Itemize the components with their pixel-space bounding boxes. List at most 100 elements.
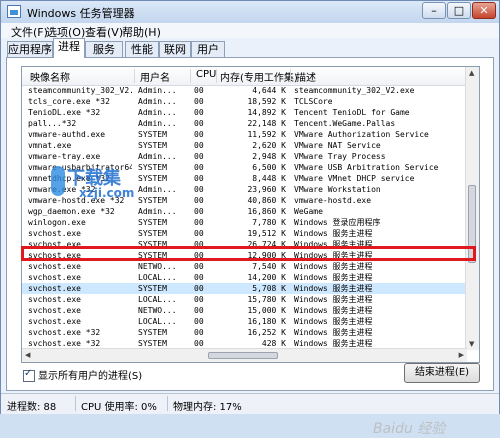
process-image-name: steamcommunity_302_V2.exe [28, 86, 132, 95]
process-username: Admin... [138, 152, 177, 161]
process-description: VMware VMnet DHCP service [294, 174, 415, 183]
end-process-button[interactable]: 结束进程(E) [404, 363, 480, 383]
process-row[interactable]: svchost.exe LOCAL... 00 16,180 K Windows 服务主… [22, 316, 467, 327]
process-description: VMware USB Arbitration Service [294, 163, 439, 172]
scroll-right-icon[interactable]: ▶ [459, 351, 464, 359]
process-row[interactable]: vmnat.exe SYSTEM 00 2,620 K VMware NAT Servi… [22, 140, 467, 151]
process-username: SYSTEM [138, 163, 167, 172]
process-username: SYSTEM [138, 196, 167, 205]
process-memory: 4,644 K [252, 86, 286, 95]
process-cpu: 00 [194, 163, 204, 172]
process-row[interactable]: svchost.exe NETWO... 00 7,540 K Windows 服务主进… [22, 261, 467, 272]
process-cpu: 00 [194, 119, 204, 128]
close-button[interactable]: ✕ [472, 2, 496, 19]
process-memory: 16,180 K [247, 317, 286, 326]
process-image-name: tcls_core.exe *32 [28, 97, 110, 106]
process-cpu: 00 [194, 229, 204, 238]
show-all-users-label: 显示所有用户的进程(S) [38, 371, 143, 382]
process-memory: 22,148 K [247, 119, 286, 128]
process-image-name: winlogon.exe [28, 218, 86, 227]
process-image-name: vmware-tray.exe [28, 152, 101, 161]
process-memory: 11,592 K [247, 130, 286, 139]
process-username: Admin... [138, 97, 177, 106]
process-image-name: svchost.exe [28, 295, 81, 304]
process-description: VMware Workstation [294, 185, 381, 194]
process-row[interactable]: svchost.exe *32 SYSTEM 00 16,252 K Windows 服… [22, 327, 467, 338]
process-username: SYSTEM [138, 141, 167, 150]
process-description: Windows 服务主进程 [294, 284, 373, 293]
process-cpu: 00 [194, 262, 204, 271]
process-description: VMware NAT Service [294, 141, 381, 150]
process-row[interactable]: tcls_core.exe *32 Admin... 00 18,592 K TCLSC… [22, 96, 467, 107]
process-row[interactable]: svchost.exe LOCAL... 00 15,780 K Windows 服务主… [22, 294, 467, 305]
process-row[interactable]: svchost.exe NETWO... 00 15,000 K Windows 服务主… [22, 305, 467, 316]
column-description[interactable]: 描述 [296, 69, 316, 84]
tab-processes[interactable]: 进程 [53, 38, 85, 58]
process-cpu: 00 [194, 273, 204, 282]
process-description: VMware Authorization Service [294, 130, 429, 139]
process-cpu: 00 [194, 97, 204, 106]
process-image-name: wgp_daemon.exe *32 [28, 207, 115, 216]
process-memory: 8,448 K [252, 174, 286, 183]
tab-applications[interactable]: 应用程序 [7, 41, 53, 57]
process-username: SYSTEM [138, 218, 167, 227]
show-all-users-checkbox[interactable]: 显示所有用户的进程(S) [23, 367, 142, 382]
process-username: SYSTEM [138, 174, 167, 183]
process-list[interactable]: 映像名称 用户名 CPU 内存(专用工作集) 描述 steamcommunity… [21, 66, 480, 363]
process-description: Tencent.WeGame.Pallas [294, 119, 396, 128]
scroll-down-icon[interactable]: ▼ [469, 340, 474, 348]
process-row[interactable]: svchost.exe SYSTEM 00 19,512 K Windows 服务主进程 [22, 228, 467, 239]
task-manager-icon [7, 5, 21, 18]
scroll-left-icon[interactable]: ◀ [25, 351, 30, 359]
title-bar[interactable]: Windows 任务管理器 – □ ✕ [1, 1, 499, 23]
process-cpu: 00 [194, 108, 204, 117]
process-row[interactable]: pall...*32 Admin... 00 22,148 K Tencent.WeGa… [22, 118, 467, 129]
column-memory[interactable]: 内存(专用工作集) [220, 69, 298, 84]
process-cpu: 00 [194, 328, 204, 337]
maximize-button[interactable]: □ [447, 2, 471, 19]
process-memory: 2,948 K [252, 152, 286, 161]
tab-performance[interactable]: 性能 [125, 41, 159, 57]
scroll-up-icon[interactable]: ▲ [469, 69, 474, 77]
status-cpu-usage: CPU 使用率: 0% [81, 402, 157, 413]
column-username[interactable]: 用户名 [140, 69, 170, 84]
tab-services[interactable]: 服务 [85, 41, 123, 57]
process-row[interactable]: wgp_daemon.exe *32 Admin... 00 16,860 K WeGa… [22, 206, 467, 217]
process-username: SYSTEM [138, 284, 167, 293]
process-description: Windows 服务主进程 [294, 317, 373, 326]
vertical-scrollbar[interactable]: ▲ ▼ [465, 67, 479, 350]
horizontal-scroll-thumb[interactable] [208, 352, 278, 359]
process-memory: 16,252 K [247, 328, 286, 337]
process-row[interactable]: svchost.exe SYSTEM 00 5,708 K Windows 服务主进程 [22, 283, 467, 294]
process-memory: 14,892 K [247, 108, 286, 117]
process-row[interactable]: TenioDL.exe *32 Admin... 00 14,892 K Tencent… [22, 107, 467, 118]
horizontal-scrollbar[interactable]: ◀ ▶ [22, 348, 467, 362]
checkbox-checked-icon[interactable] [23, 368, 35, 382]
minimize-button[interactable]: – [422, 2, 446, 19]
tab-users[interactable]: 用户 [191, 41, 225, 57]
highlight-box [21, 246, 476, 261]
process-row[interactable]: vmware-tray.exe Admin... 00 2,948 K VMware T… [22, 151, 467, 162]
status-memory: 物理内存: 17% [173, 402, 242, 413]
process-username: NETWO... [138, 306, 177, 315]
process-row[interactable]: vmware-authd.exe SYSTEM 00 11,592 K VMware A… [22, 129, 467, 140]
column-cpu[interactable]: CPU [196, 69, 216, 80]
process-list-header: 映像名称 用户名 CPU 内存(专用工作集) 描述 [22, 67, 467, 86]
process-row[interactable]: winlogon.exe SYSTEM 00 7,780 K Windows 登录应用程… [22, 217, 467, 228]
process-cpu: 00 [194, 152, 204, 161]
process-username: Admin... [138, 86, 177, 95]
process-image-name: svchost.exe [28, 273, 81, 282]
process-cpu: 00 [194, 317, 204, 326]
process-row[interactable]: steamcommunity_302_V2.exe Admin... 00 4,644… [22, 85, 467, 96]
menu-bar: 文件(F) 选项(O) 查看(V) 帮助(H) [1, 23, 499, 39]
status-bar: 进程数: 88 CPU 使用率: 0% 物理内存: 17% [1, 393, 499, 414]
tab-networking[interactable]: 联网 [159, 41, 191, 57]
process-description: TCLSCore [294, 97, 333, 106]
process-row[interactable]: svchost.exe LOCAL... 00 14,200 K Windows 服务主… [22, 272, 467, 283]
process-image-name: pall...*32 [28, 119, 77, 128]
process-image-name: svchost.exe [28, 306, 81, 315]
process-memory: 15,000 K [247, 306, 286, 315]
column-image-name[interactable]: 映像名称 [30, 69, 70, 84]
process-cpu: 00 [194, 295, 204, 304]
process-description: Windows 服务主进程 [294, 262, 373, 271]
